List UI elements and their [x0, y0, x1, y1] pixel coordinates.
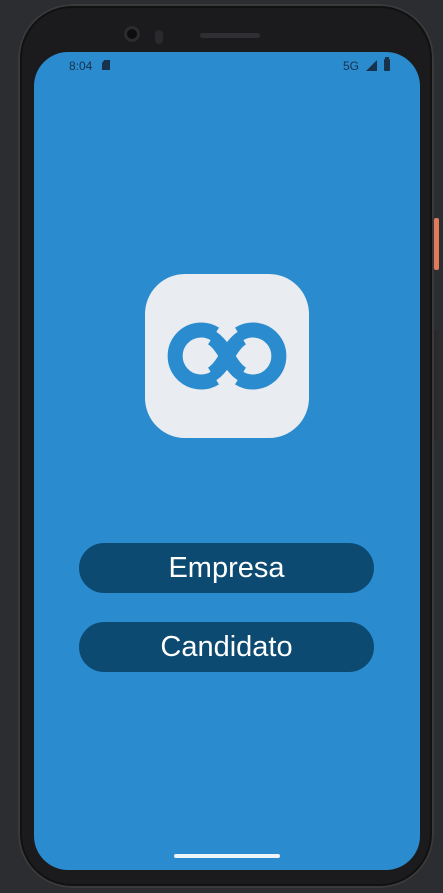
network-type: 5G — [343, 59, 360, 73]
battery-icon — [384, 57, 390, 71]
status-bar: 8:04 5G — [34, 52, 420, 78]
signal-icon — [366, 60, 377, 71]
status-time: 8:04 — [69, 59, 93, 73]
linked-rings-logo-icon — [167, 322, 287, 390]
volume-button[interactable] — [434, 330, 439, 440]
sim-card-icon — [102, 60, 110, 70]
app-screen: 8:04 5G Empresa Candidato — [34, 52, 420, 870]
front-camera-icon — [124, 26, 140, 42]
app-logo — [145, 274, 309, 438]
empresa-button[interactable]: Empresa — [79, 543, 374, 593]
sensor-icon — [155, 30, 163, 44]
device-frame: 8:04 5G Empresa Candidato — [0, 0, 443, 893]
candidato-button[interactable]: Candidato — [79, 622, 374, 672]
earpiece-speaker — [200, 33, 260, 38]
home-indicator[interactable] — [174, 854, 280, 858]
power-button[interactable] — [434, 218, 439, 270]
